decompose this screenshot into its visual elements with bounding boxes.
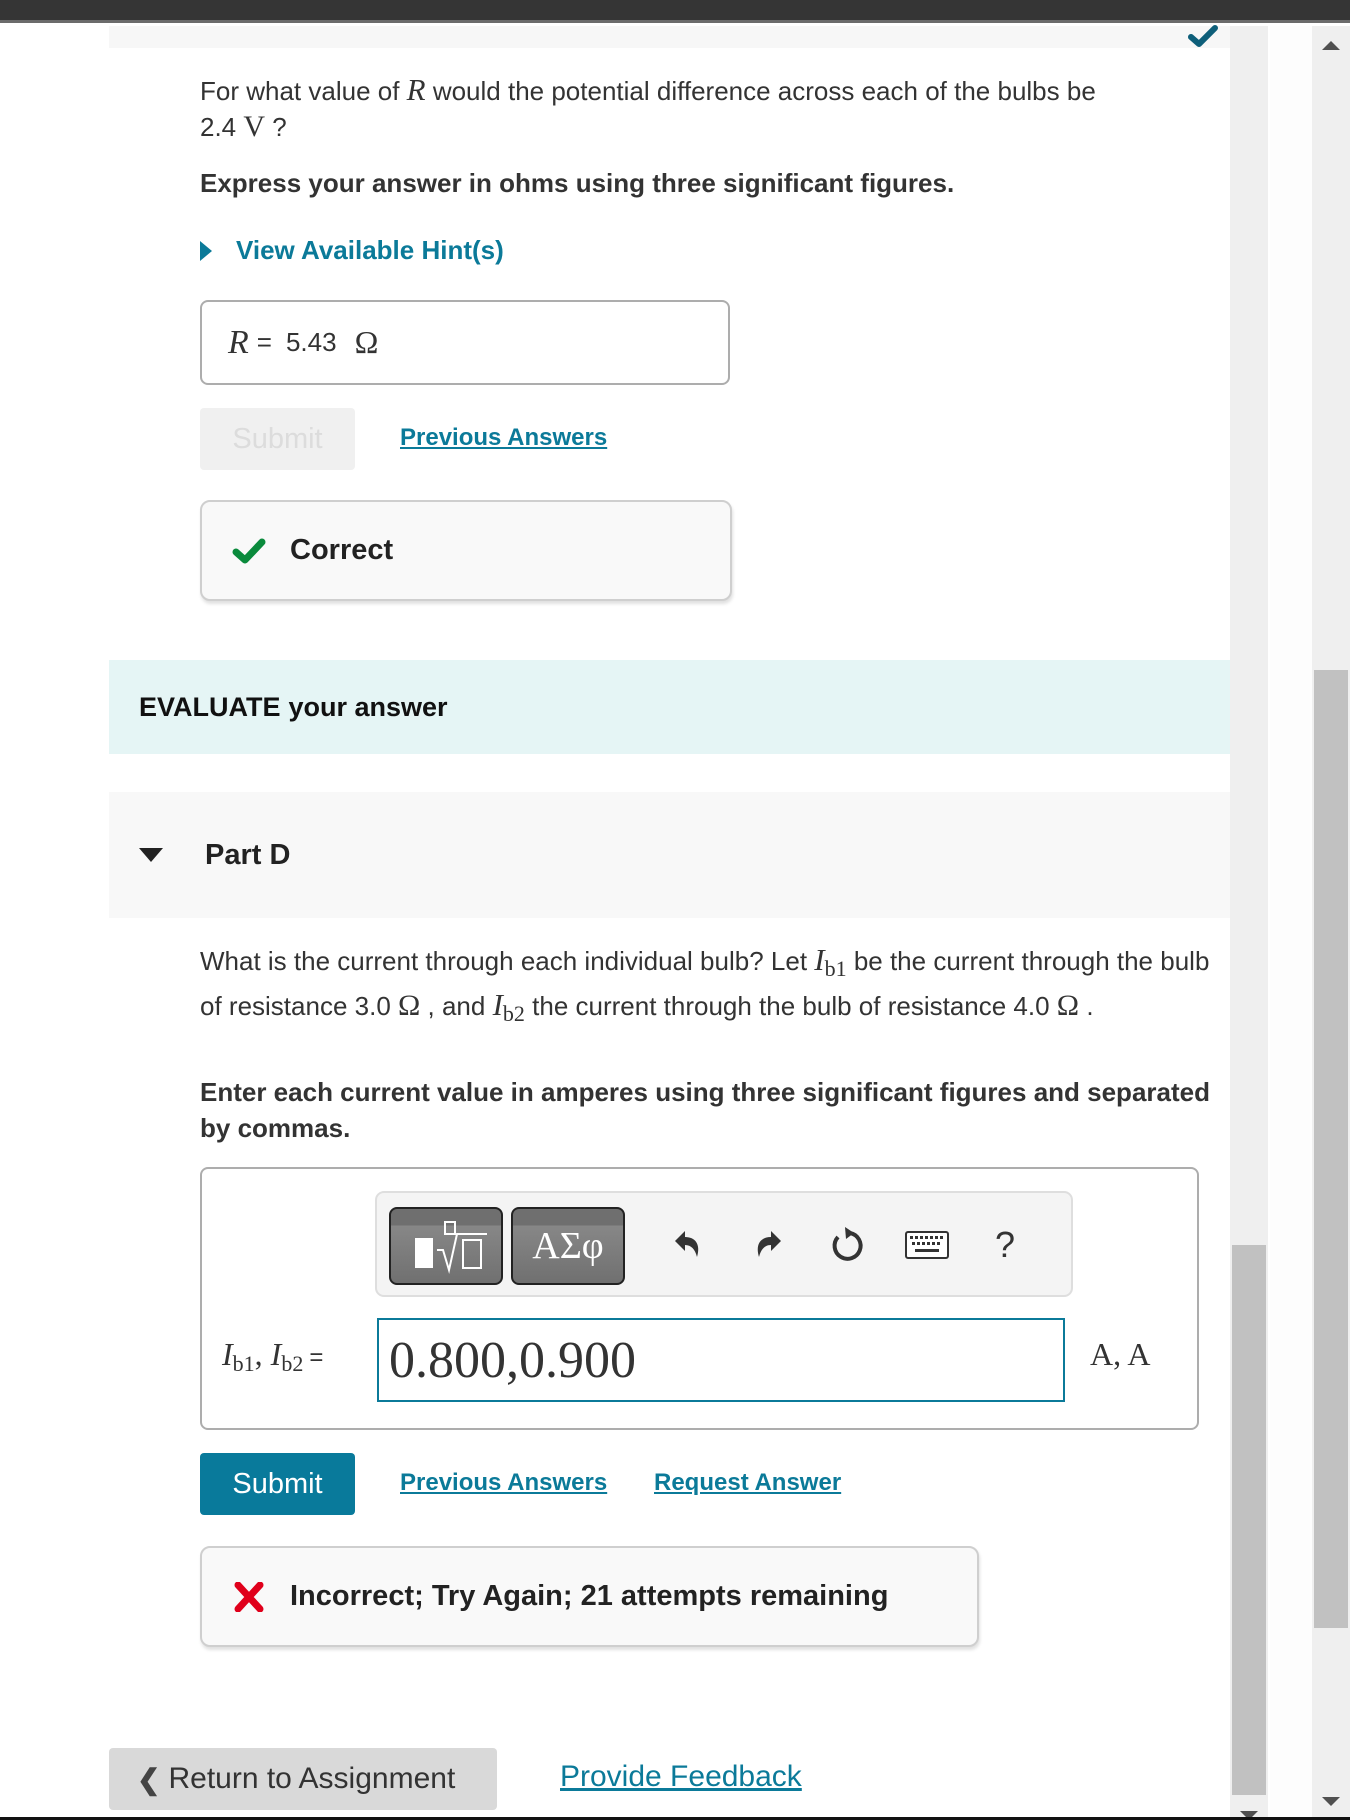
part-c-header-band (109, 26, 1230, 48)
templates-button[interactable] (389, 1207, 503, 1285)
view-hints-toggle[interactable]: View Available Hint(s) (200, 235, 504, 266)
undo-icon[interactable] (665, 1223, 709, 1267)
scroll-gutter (1270, 26, 1312, 1820)
part-d-previous-answers-link[interactable]: Previous Answers (400, 1469, 607, 1497)
answer-value: 5.43 (285, 327, 337, 357)
scroll-down-arrow-icon[interactable] (1322, 1797, 1340, 1806)
templates-icon (415, 1221, 487, 1274)
x-icon (234, 1581, 264, 1612)
part-d-instruction: Enter each current value in amperes usin… (200, 1077, 1210, 1143)
request-answer-link[interactable]: Request Answer (654, 1469, 841, 1497)
caret-down-icon (139, 848, 163, 862)
caret-right-icon (200, 240, 212, 261)
reset-icon[interactable] (825, 1223, 869, 1267)
evaluate-bold: EVALUATE (139, 691, 281, 722)
part-c-submit-button[interactable]: Submit (200, 408, 355, 470)
hint-label: View Available Hint(s) (236, 235, 504, 265)
feedback-text: Incorrect; Try Again; 21 attempts remain… (290, 1580, 889, 1612)
part-c-question: For what value of R would the potential … (200, 72, 1096, 143)
keyboard-icon[interactable] (905, 1223, 949, 1267)
part-d-submit-button[interactable]: Submit (200, 1453, 355, 1515)
evaluate-rest: your answer (288, 691, 448, 722)
return-to-assignment-button[interactable]: ❮ Return to Assignment (109, 1748, 497, 1810)
return-label: Return to Assignment (168, 1762, 456, 1795)
help-button[interactable]: ? (983, 1223, 1027, 1267)
current-answer-input-wrapper (377, 1318, 1065, 1402)
part-d-header[interactable]: Part D (109, 792, 1230, 918)
part-d-question: What is the current through each individ… (200, 942, 1210, 1026)
provide-feedback-link[interactable]: Provide Feedback (560, 1760, 802, 1794)
math-toolbar: ΑΣφ ? (375, 1191, 1073, 1297)
part-c-feedback-correct: Correct (200, 500, 732, 601)
part-d-title: Part D (205, 838, 291, 871)
current-answer-input[interactable] (389, 1330, 1063, 1390)
answer-lhs: Ib1, Ib2 = (222, 1336, 324, 1376)
answer-units: A, A (1090, 1336, 1151, 1372)
chevron-left-icon: ❮ (137, 1763, 161, 1795)
scroll-up-arrow-icon[interactable] (1322, 41, 1340, 50)
feedback-text: Correct (290, 534, 394, 566)
equals-sign: = (256, 327, 272, 357)
part-c-previous-answers-link[interactable]: Previous Answers (400, 424, 607, 452)
top-bar (0, 0, 1350, 23)
greek-symbols-button[interactable]: ΑΣφ (511, 1207, 625, 1285)
answer-unit: Ω (354, 324, 379, 360)
evaluate-section: EVALUATE your answer (109, 660, 1230, 754)
part-c-answer-box: R = 5.43 Ω (200, 300, 730, 385)
inner-scrollbar-thumb[interactable] (1232, 1245, 1266, 1795)
check-icon (232, 538, 266, 563)
outer-scrollbar-thumb[interactable] (1314, 670, 1348, 1628)
redo-icon[interactable] (747, 1223, 791, 1267)
part-complete-check-icon (1188, 25, 1218, 47)
answer-variable: R (228, 323, 249, 361)
part-d-feedback-incorrect: Incorrect; Try Again; 21 attempts remain… (200, 1546, 979, 1647)
part-c-instruction: Express your answer in ohms using three … (200, 168, 955, 198)
